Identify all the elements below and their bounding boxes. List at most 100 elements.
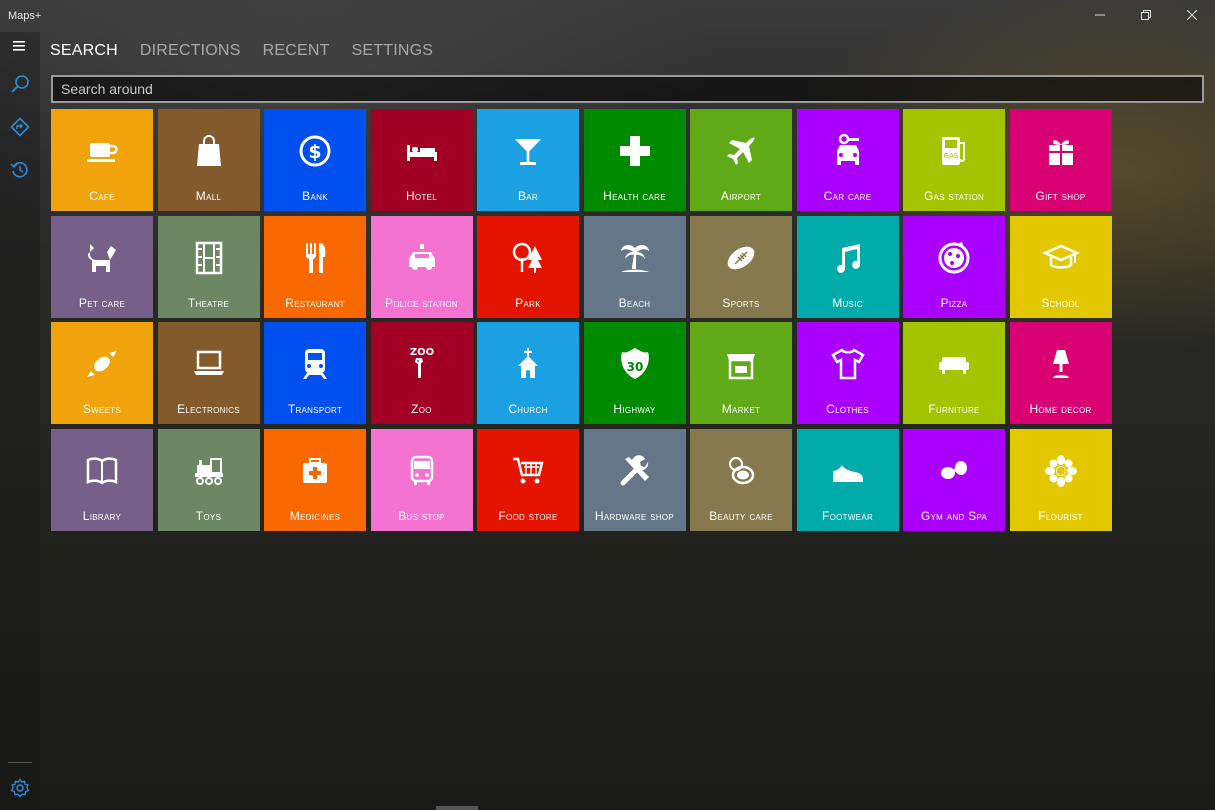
dog-icon (82, 238, 122, 278)
hamburger-icon (13, 41, 25, 51)
tile-restaurant[interactable]: Restaurant (264, 215, 366, 318)
tile-transport[interactable]: Transport (264, 322, 366, 424)
police-car-icon (402, 238, 442, 278)
minimize-button[interactable] (1077, 0, 1123, 30)
tile-label: Zoo (411, 402, 432, 416)
tile-label: Beauty care (709, 508, 773, 523)
tile-pizza[interactable]: Pizza (903, 215, 1005, 318)
tile-label: Car care (823, 189, 872, 203)
restore-icon (1141, 10, 1151, 20)
tile-label: Sports (722, 295, 760, 310)
tile-label: Pet care (78, 295, 126, 310)
tile-label: Gym and Spa (920, 508, 988, 523)
film-strip-icon (189, 238, 229, 278)
tile-health-care[interactable]: Health care (583, 109, 686, 211)
tile-beauty-care[interactable]: Beauty care (690, 428, 792, 531)
tab-directions[interactable]: DIRECTIONS (140, 40, 241, 62)
tile-school[interactable]: School (1009, 215, 1112, 318)
tile-airport[interactable]: Airport (690, 109, 792, 211)
tile-gift-shop[interactable]: Gift shop (1009, 109, 1112, 211)
tile-medicines[interactable]: Medicines (264, 428, 366, 531)
tile-gym-and-spa[interactable]: Gym and Spa (903, 428, 1005, 531)
tile-footwear[interactable]: Footwear (796, 428, 899, 531)
tile-label: Park (515, 295, 541, 310)
tile-label: Restaurant (285, 295, 345, 310)
tile-church[interactable]: Church (477, 322, 579, 424)
tile-beach[interactable]: Beach (583, 215, 686, 318)
sidebar-item-recent[interactable] (0, 150, 40, 190)
restore-button[interactable] (1123, 0, 1169, 30)
dumbbell-icon (934, 451, 974, 491)
tile-park[interactable]: Park (477, 215, 579, 318)
tile-bus-stop[interactable]: Bus stop (370, 428, 473, 531)
dollar-coin-icon: $ (295, 131, 335, 171)
tile-car-care[interactable]: Car care (796, 109, 899, 211)
tile-theatre[interactable]: Theatre (157, 215, 260, 318)
tile-gas-station[interactable]: GAS Gas station (903, 109, 1005, 211)
coffee-cup-icon (82, 131, 122, 171)
tools-icon (615, 451, 655, 491)
tab-search[interactable]: SEARCH (50, 40, 118, 62)
tile-toys[interactable]: Toys (157, 428, 260, 531)
toy-train-icon (189, 451, 229, 491)
close-button[interactable] (1169, 0, 1215, 30)
tile-pet-care[interactable]: Pet care (51, 215, 153, 318)
tile-sports[interactable]: Sports (690, 215, 792, 318)
church-icon (508, 344, 548, 384)
tab-recent[interactable]: RECENT (263, 40, 330, 62)
search-icon (11, 75, 29, 93)
tile-sweets[interactable]: Sweets (51, 322, 153, 424)
tile-hotel[interactable]: Hotel (370, 109, 473, 211)
tile-label: Bus stop (398, 508, 445, 523)
hamburger-menu-button[interactable] (0, 26, 40, 66)
football-icon (721, 238, 761, 278)
tile-mall[interactable]: Mall (157, 109, 260, 211)
compact-mirror-icon (721, 451, 761, 491)
tile-furniture[interactable]: Furniture (903, 322, 1005, 424)
shopping-bag-icon (189, 131, 229, 171)
bus-icon (402, 451, 442, 491)
tile-label: Hardware shop (594, 508, 675, 523)
settings-button[interactable] (0, 768, 40, 808)
tile-hardware-shop[interactable]: Hardware shop (583, 428, 686, 531)
search-input[interactable] (51, 75, 1204, 103)
tile-zoo[interactable]: ZOO Zoo (370, 322, 473, 424)
tile-label: Music (832, 295, 863, 310)
giraffe-icon: ZOO (402, 344, 442, 384)
directions-icon (10, 117, 30, 137)
tile-highway[interactable]: 30 Highway (583, 322, 686, 424)
shoe-icon (828, 451, 868, 491)
music-note-icon (828, 238, 868, 278)
app-title: Maps+ (8, 10, 42, 22)
sidebar-item-search[interactable] (0, 64, 40, 104)
tile-flourist[interactable]: Flourist (1009, 428, 1112, 531)
tile-label: Flourist (1038, 508, 1083, 523)
tile-clothes[interactable]: Clothes (796, 322, 899, 424)
tile-label: Cafe (89, 189, 115, 203)
tab-settings[interactable]: SETTINGS (352, 40, 434, 62)
first-aid-kit-icon (295, 451, 335, 491)
tile-music[interactable]: Music (796, 215, 899, 318)
tile-bank[interactable]: $ Bank (264, 109, 366, 211)
tile-cafe[interactable]: Cafe (51, 109, 153, 211)
airplane-icon (721, 131, 761, 171)
tile-label: Clothes (826, 402, 869, 416)
tile-label: Church (508, 402, 548, 416)
tile-label: Medicines (289, 508, 341, 523)
tile-police-station[interactable]: Police station (370, 215, 473, 318)
sidebar-item-directions[interactable] (0, 107, 40, 147)
tile-electronics[interactable]: Electronics (157, 322, 260, 424)
tile-food-store[interactable]: Food store (477, 428, 579, 531)
tile-home-decor[interactable]: Home decor (1009, 322, 1112, 424)
fork-knife-icon (295, 238, 335, 278)
tile-bar[interactable]: Bar (477, 109, 579, 211)
trees-icon (508, 238, 548, 278)
gear-icon (10, 778, 30, 798)
tile-library[interactable]: Library (51, 428, 153, 531)
tile-market[interactable]: Market (690, 322, 792, 424)
close-icon (1187, 10, 1197, 20)
title-bar: Maps+ (0, 0, 1215, 32)
shopping-cart-icon (508, 451, 548, 491)
gas-pump-icon: GAS (934, 131, 974, 171)
svg-text:ZOO: ZOO (409, 347, 433, 358)
